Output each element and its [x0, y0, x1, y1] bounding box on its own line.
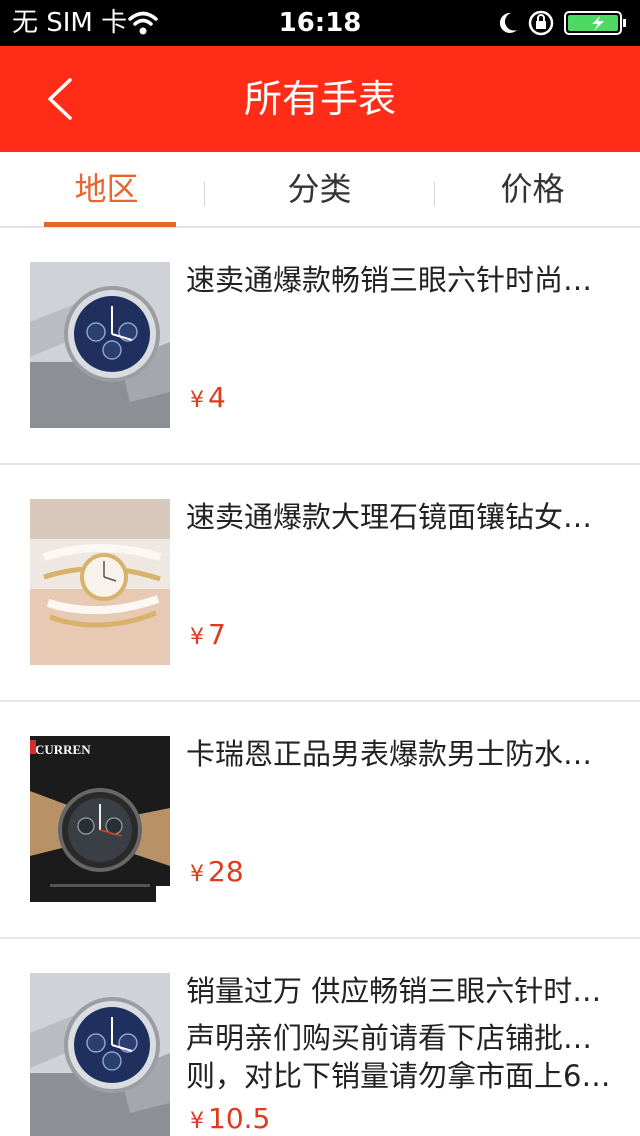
product-description-line: 则，对比下销量请勿拿市面上6… — [186, 1059, 611, 1093]
active-tab-indicator — [44, 222, 176, 227]
product-item[interactable]: 速卖通爆款大理石镜面镶钻女式… ¥7 — [0, 465, 640, 702]
product-item[interactable]: 销量过万 供应畅销三眼六针时尚… 声明亲们购买前请看下店铺批发规 则，对比下销量… — [0, 939, 640, 1136]
currency-symbol: ¥ — [190, 625, 204, 650]
product-price: ¥28 — [190, 854, 244, 893]
price-value: 7 — [208, 618, 226, 651]
product-price: ¥4 — [190, 380, 226, 419]
watch-image-icon — [30, 499, 170, 665]
status-bar: 无 SIM 卡 16:18 — [0, 0, 640, 46]
battery-icon — [564, 11, 626, 35]
product-item[interactable]: CURREN 卡瑞恩正品男表爆款男士防水商… ¥28 — [0, 702, 640, 939]
product-list: 速卖通爆款畅销三眼六针时尚钢… ¥4 速卖通爆款大理石镜面镶钻女式… ¥7 CU… — [0, 228, 640, 1136]
watch-image-icon — [30, 262, 170, 428]
tab-divider — [204, 182, 205, 206]
product-title: 速卖通爆款大理石镜面镶钻女式… — [186, 500, 614, 534]
price-value: 4 — [208, 381, 226, 414]
product-price: ¥10.5 — [190, 1101, 270, 1136]
product-thumbnail — [30, 262, 170, 428]
rotation-lock-icon — [528, 10, 554, 36]
product-thumbnail — [30, 973, 170, 1136]
product-description-line: 声明亲们购买前请看下店铺批发规 — [186, 1021, 614, 1055]
currency-symbol: ¥ — [190, 388, 204, 413]
nav-bar: 所有手表 — [0, 46, 640, 152]
product-thumbnail — [30, 499, 170, 665]
product-title: 速卖通爆款畅销三眼六针时尚钢… — [186, 263, 614, 297]
tab-category[interactable]: 分类 — [213, 152, 426, 226]
price-value: 10.5 — [208, 1102, 271, 1135]
product-description: 声明亲们购买前请看下店铺批发规 则，对比下销量请勿拿市面上6… — [186, 1019, 614, 1095]
do-not-disturb-moon-icon — [499, 12, 517, 33]
currency-symbol: ¥ — [190, 862, 204, 887]
thumbnail-brand-text: CURREN — [35, 742, 91, 757]
tab-price[interactable]: 价格 — [426, 152, 639, 226]
price-value: 28 — [208, 855, 244, 888]
tab-region[interactable]: 地区 — [0, 152, 213, 226]
product-title: 销量过万 供应畅销三眼六针时尚… — [186, 974, 614, 1008]
watch-image-icon — [30, 973, 170, 1136]
watch-image-icon: CURREN — [30, 736, 170, 902]
product-thumbnail: CURREN — [30, 736, 170, 902]
filter-tabs: 地区 分类 价格 — [0, 152, 640, 228]
page-title: 所有手表 — [243, 77, 396, 121]
product-title: 卡瑞恩正品男表爆款男士防水商… — [186, 737, 614, 771]
currency-symbol: ¥ — [190, 1109, 204, 1134]
product-price: ¥7 — [190, 617, 226, 656]
product-item[interactable]: 速卖通爆款畅销三眼六针时尚钢… ¥4 — [0, 228, 640, 465]
